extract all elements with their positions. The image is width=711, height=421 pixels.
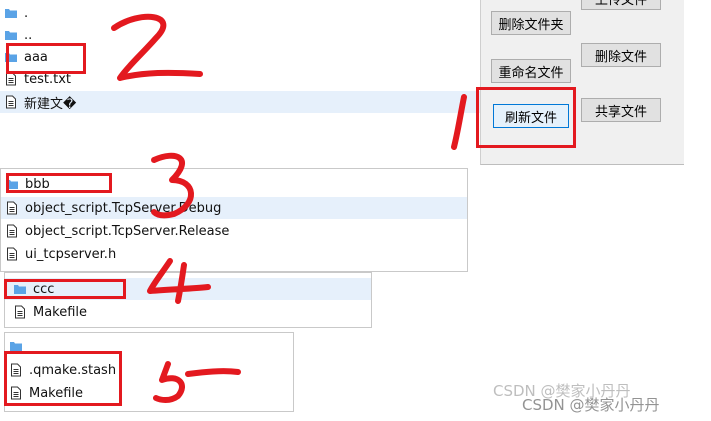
- list-item-debug[interactable]: object_script.TcpServer.Debug: [1, 197, 467, 219]
- list-item-new-file[interactable]: 新建文�: [0, 91, 480, 113]
- delete-file-button[interactable]: 删除文件: [581, 43, 661, 67]
- upload-file-button[interactable]: 上传文件: [581, 0, 661, 10]
- item-label: ui_tcpserver.h: [25, 246, 117, 262]
- annotation-box-ccc: [4, 279, 126, 299]
- folder-icon: [5, 31, 17, 40]
- file-icon: [15, 305, 25, 319]
- annotation-number-1: [451, 94, 467, 150]
- item-label: object_script.TcpServer.Release: [25, 223, 230, 239]
- item-label: 新建文�: [24, 96, 77, 112]
- annotation-number-4: [147, 258, 211, 304]
- item-label: ..: [24, 27, 33, 43]
- annotation-number-3: [151, 152, 194, 219]
- file-icon: [7, 201, 17, 215]
- file-icon: [6, 95, 16, 109]
- list-item-ui-tcpserver[interactable]: ui_tcpserver.h: [1, 243, 467, 265]
- share-file-button[interactable]: 共享文件: [581, 98, 661, 122]
- file-icon: [6, 72, 16, 86]
- annotation-box-aaa: [6, 43, 86, 74]
- file-icon: [7, 247, 17, 261]
- rename-file-button[interactable]: 重命名文件: [491, 59, 571, 83]
- delete-folder-button[interactable]: 删除文件夹: [491, 11, 571, 35]
- annotation-number-2: [111, 13, 203, 81]
- folder-icon: [5, 9, 17, 18]
- item-label: Makefile: [33, 304, 88, 320]
- annotation-box-refresh: [476, 87, 576, 148]
- annotation-box-qmake-makefile: [4, 351, 122, 406]
- list-item-release[interactable]: object_script.TcpServer.Release: [1, 220, 467, 242]
- csdn-watermark-overlay: CSDN @樊家小丹丹: [522, 396, 660, 414]
- annotation-number-5: [153, 361, 241, 403]
- annotation-box-bbb: [6, 173, 112, 193]
- item-label: .: [24, 5, 29, 21]
- file-icon: [7, 224, 17, 238]
